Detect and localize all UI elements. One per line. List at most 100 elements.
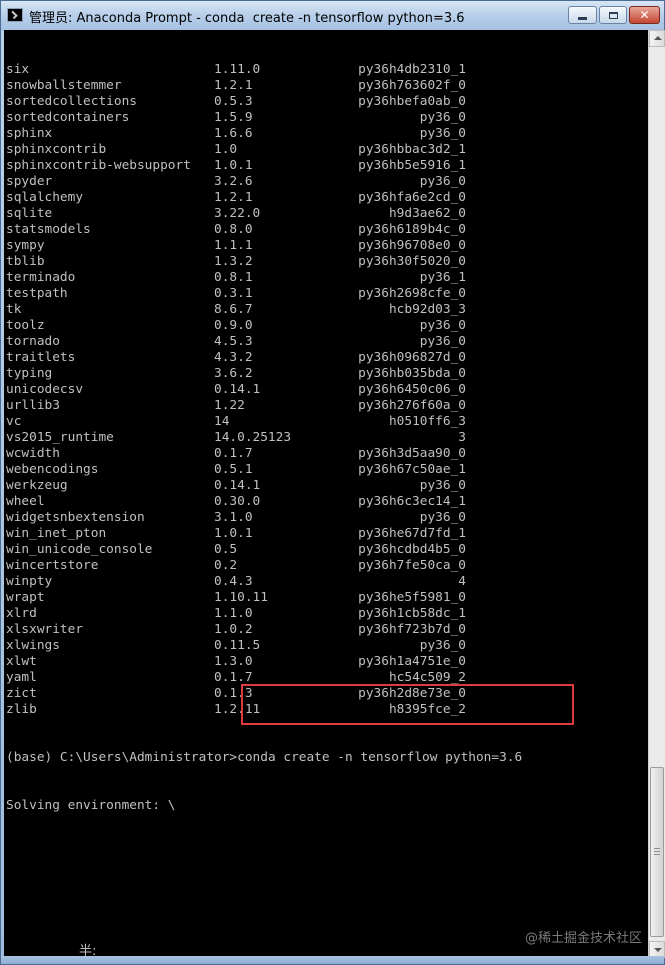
package-name: webencodings (6, 462, 99, 477)
package-name: sortedcollections (6, 94, 137, 109)
package-version: 1.0.1 (214, 526, 253, 541)
package-name: testpath (6, 286, 68, 301)
package-build: py36hf723b7d_0 (358, 622, 466, 637)
package-name: traitlets (6, 350, 76, 365)
package-version: 0.14.1 (214, 478, 261, 493)
package-row: terminado 0.8.1 py36_1 (6, 270, 522, 286)
package-name: xlrd (6, 606, 37, 621)
package-version: 0.30.0 (214, 494, 261, 509)
package-build: py36_0 (419, 318, 466, 333)
package-name: toolz (6, 318, 45, 333)
scrollbar-thumb[interactable] (650, 767, 664, 937)
package-name: urllib3 (6, 398, 60, 413)
package-build: py36h3d5aa90_0 (358, 446, 466, 461)
title-bar[interactable]: 管理员: Anaconda Prompt - conda create -n t… (1, 1, 664, 31)
package-version: 1.6.6 (214, 126, 253, 141)
package-row: tk 8.6.7 hcb92d03_3 (6, 302, 522, 318)
package-row: wrapt 1.10.11 py36he5f5981_0 (6, 590, 522, 606)
package-name: wcwidth (6, 446, 60, 461)
package-row: sympy 1.1.1 py36h96708e0_0 (6, 238, 522, 254)
package-build: py36hbbac3d2_1 (358, 142, 466, 157)
package-name: zict (6, 686, 37, 701)
package-build: hcb92d03_3 (388, 302, 466, 317)
package-row: xlsxwriter 1.0.2 py36hf723b7d_0 (6, 622, 522, 638)
window-bottom-frame (1, 956, 664, 964)
package-name: sqlite (6, 206, 53, 221)
package-version: 8.6.7 (214, 302, 253, 317)
package-version: 1.2.1 (214, 78, 253, 93)
package-row: traitlets 4.3.2 py36h096827d_0 (6, 350, 522, 366)
package-build: py36_0 (419, 638, 466, 653)
package-row: tblib 1.3.2 py36h30f5020_0 (6, 254, 522, 270)
package-build: py36hcdbd4b5_0 (358, 542, 466, 557)
package-version: 1.3.2 (214, 254, 253, 269)
package-name: xlwt (6, 654, 37, 669)
package-version: 0.9.0 (214, 318, 253, 333)
package-row: sqlalchemy 1.2.1 py36hfa6e2cd_0 (6, 190, 522, 206)
command-highlight-box (241, 684, 574, 725)
package-row: sortedcollections 0.5.3 py36hbefa0ab_0 (6, 94, 522, 110)
package-row: urllib3 1.22 py36h276f60a_0 (6, 398, 522, 414)
package-build: py36h4db2310_1 (358, 62, 466, 77)
package-name: yaml (6, 670, 37, 685)
package-name: win_inet_pton (6, 526, 107, 541)
package-row: vc 14 h0510ff6_3 (6, 414, 522, 430)
package-version: 1.11.0 (214, 62, 261, 77)
package-name: unicodecsv (6, 382, 84, 397)
package-name: zlib (6, 702, 37, 717)
package-version: 1.1.1 (214, 238, 253, 253)
package-build: py36h7fe50ca_0 (358, 558, 466, 573)
package-row: sortedcontainers 1.5.9 py36_0 (6, 110, 522, 126)
package-version: 0.3.1 (214, 286, 253, 301)
package-name: wincertstore (6, 558, 99, 573)
package-build: py36h276f60a_0 (358, 398, 466, 413)
package-row: winpty 0.4.3 4 (6, 574, 522, 590)
package-version: 0.2 (214, 558, 238, 573)
package-row: wheel 0.30.0 py36h6c3ec14_1 (6, 494, 522, 510)
package-name: winpty (6, 574, 53, 589)
package-name: sphinx (6, 126, 53, 141)
package-name: six (6, 62, 30, 77)
terminal-icon[interactable] (7, 8, 23, 22)
package-version: 14 (214, 414, 230, 429)
package-version: 1.0.1 (214, 158, 253, 173)
package-build: h9d3ae62_0 (388, 206, 466, 221)
package-row: six 1.11.0 py36h4db2310_1 (6, 62, 522, 78)
package-row: sphinxcontrib 1.0 py36hbbac3d2_1 (6, 142, 522, 158)
package-name: spyder (6, 174, 53, 189)
package-row: typing 3.6.2 py36hb035bda_0 (6, 366, 522, 382)
package-version: 1.0 (214, 142, 238, 157)
package-build: 4 (458, 574, 466, 589)
prompt-line: (base) C:\Users\Administrator>conda crea… (6, 750, 522, 766)
close-button[interactable]: ✕ (629, 6, 660, 24)
package-build: py36hfa6e2cd_0 (358, 190, 466, 205)
package-version: 1.22 (214, 398, 245, 413)
package-row: widgetsnbextension 3.1.0 py36_0 (6, 510, 522, 526)
grip-icon (654, 848, 660, 855)
package-version: 3.6.2 (214, 366, 253, 381)
package-row: win_inet_pton 1.0.1 py36he67d7fd_1 (6, 526, 522, 542)
package-build: h0510ff6_3 (388, 414, 466, 429)
package-build: py36he5f5981_0 (358, 590, 466, 605)
package-version: 0.11.5 (214, 638, 261, 653)
minimize-icon (578, 16, 587, 20)
vertical-scrollbar[interactable] (648, 30, 665, 958)
package-build: py36h30f5020_0 (358, 254, 466, 269)
package-name: xlwings (6, 638, 60, 653)
package-build: py36h1cb58dc_1 (358, 606, 466, 621)
package-name: wheel (6, 494, 45, 509)
minimize-button[interactable] (568, 6, 597, 24)
scroll-up-arrow-icon[interactable] (649, 30, 665, 47)
package-build: py36h96708e0_0 (358, 238, 466, 253)
package-row: wcwidth 0.1.7 py36h3d5aa90_0 (6, 446, 522, 462)
maximize-button[interactable] (599, 6, 627, 24)
console-output[interactable]: six 1.11.0 py36h4db2310_1 snowballstemmer 1.… (4, 30, 648, 958)
package-row: win_unicode_console 0.5 py36hcdbd4b5_0 (6, 542, 522, 558)
package-version: 1.5.9 (214, 110, 253, 125)
package-row: sqlite 3.22.0 h9d3ae62_0 (6, 206, 522, 222)
close-icon: ✕ (639, 8, 650, 22)
status-line: Solving environment: \ (6, 798, 176, 813)
package-build: py36he67d7fd_1 (358, 526, 466, 541)
package-name: statsmodels (6, 222, 91, 237)
package-row: wincertstore 0.2 py36h7fe50ca_0 (6, 558, 522, 574)
